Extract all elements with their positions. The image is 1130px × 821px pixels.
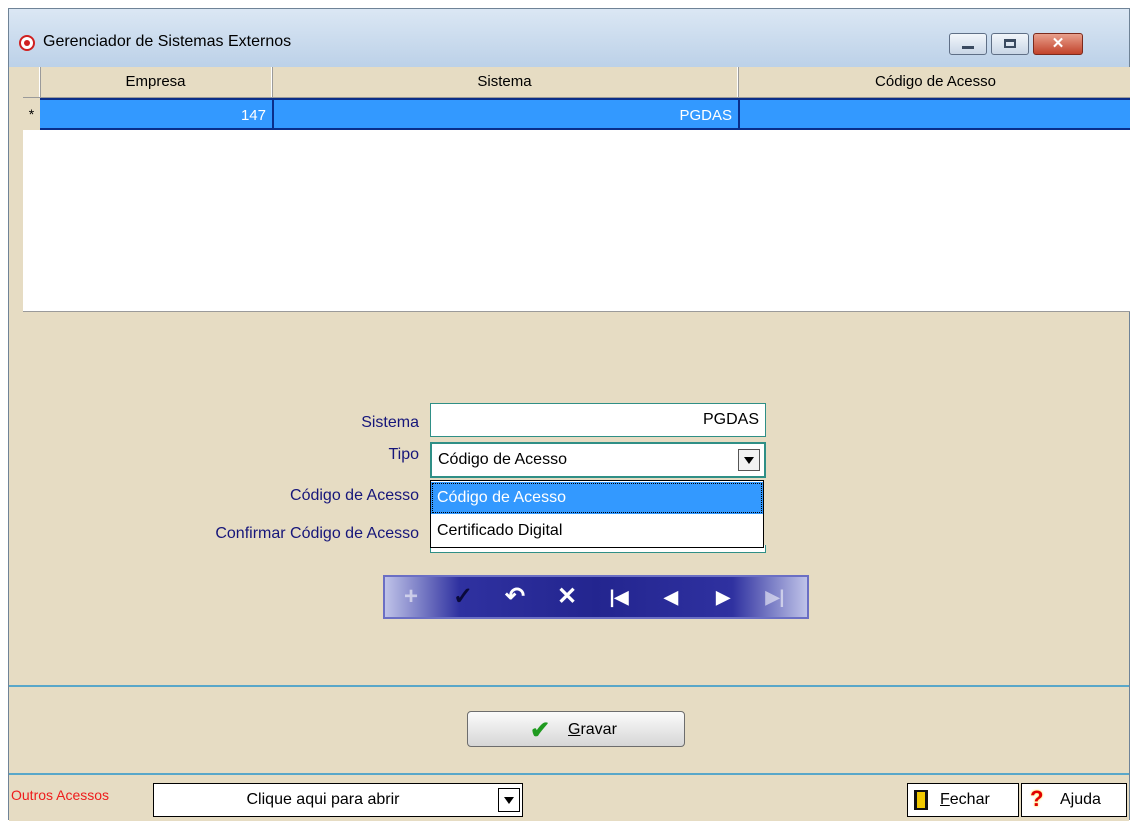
outros-acessos-select[interactable]: Clique aqui para abrir <box>153 783 523 817</box>
chevron-down-icon[interactable] <box>738 449 760 471</box>
help-question-icon: ? <box>1030 786 1044 811</box>
gravar-label: Gravar <box>568 721 617 738</box>
systems-grid[interactable]: Empresa Sistema Código de Acesso * 147 P… <box>23 67 1130 312</box>
first-record-icon[interactable]: |◀ <box>601 581 637 613</box>
dropdown-option-certificado-digital[interactable]: Certificado Digital <box>431 515 763 547</box>
grid-indicator-header <box>23 67 40 97</box>
ajuda-button[interactable]: ? Ajuda <box>1021 783 1127 817</box>
maximize-button[interactable] <box>991 33 1029 55</box>
codigo-acesso-label: Código de Acesso <box>290 487 419 504</box>
gravar-button[interactable]: ✔ Gravar <box>467 711 685 747</box>
close-icon: ✕ <box>1051 35 1065 52</box>
table-row[interactable]: * 147 PGDAS <box>23 98 1130 130</box>
tipo-select-value: Código de Acesso <box>438 451 567 468</box>
chevron-down-icon[interactable] <box>498 788 520 812</box>
column-header-empresa[interactable]: Empresa <box>40 67 272 97</box>
ajuda-label: Ajuda <box>1060 791 1101 808</box>
delete-x-icon[interactable]: ✕ <box>549 581 585 613</box>
exit-door-icon <box>914 790 928 810</box>
previous-record-icon[interactable]: ◀ <box>653 581 689 613</box>
outros-acessos-label: Outros Acessos <box>11 787 110 803</box>
record-navigator: + ✓ ↶ ✕ |◀ ◀ ▶ ▶| <box>383 575 809 619</box>
row-indicator: * <box>23 98 40 130</box>
minimize-icon <box>962 46 974 49</box>
maximize-icon <box>1004 39 1016 48</box>
tipo-label: Tipo <box>388 446 419 463</box>
sistema-field-value: PGDAS <box>702 411 759 428</box>
column-header-codigo-acesso[interactable]: Código de Acesso <box>738 67 1130 97</box>
fechar-label: Fechar <box>940 791 990 808</box>
sistema-label: Sistema <box>361 414 419 431</box>
main-window: Gerenciador de Sistemas Externos ✕ Empre… <box>8 8 1130 821</box>
confirmar-codigo-label: Confirmar Código de Acesso <box>215 525 419 542</box>
confirm-check-icon[interactable]: ✓ <box>445 581 481 613</box>
fechar-button[interactable]: Fechar <box>907 783 1019 817</box>
undo-icon[interactable]: ↶ <box>497 581 533 613</box>
next-record-icon[interactable]: ▶ <box>705 581 741 613</box>
sistema-field[interactable]: PGDAS <box>430 403 766 437</box>
bottom-bar: Outros Acessos Clique aqui para abrir Fe… <box>9 777 1129 821</box>
last-record-icon[interactable]: ▶| <box>757 581 793 613</box>
minimize-button[interactable] <box>949 33 987 55</box>
target-app-icon <box>19 35 35 51</box>
tipo-dropdown-list: Código de Acesso Certificado Digital <box>430 480 764 548</box>
cell-sistema[interactable]: PGDAS <box>272 98 738 130</box>
column-header-sistema[interactable]: Sistema <box>272 67 738 97</box>
outros-acessos-value: Clique aqui para abrir <box>246 791 400 808</box>
cell-empresa[interactable]: 147 <box>40 98 272 130</box>
window-title: Gerenciador de Sistemas Externos <box>43 33 292 50</box>
cell-codigo-acesso[interactable] <box>738 98 1130 130</box>
title-bar[interactable]: Gerenciador de Sistemas Externos ✕ <box>9 9 1129 67</box>
grid-header: Empresa Sistema Código de Acesso <box>23 67 1130 98</box>
divider <box>9 773 1129 775</box>
checkmark-icon: ✔ <box>530 717 551 744</box>
add-icon[interactable]: + <box>393 581 429 613</box>
dropdown-option-codigo-acesso[interactable]: Código de Acesso <box>431 482 763 514</box>
divider <box>9 685 1129 687</box>
tipo-select[interactable]: Código de Acesso <box>430 442 766 478</box>
close-button[interactable]: ✕ <box>1033 33 1083 55</box>
